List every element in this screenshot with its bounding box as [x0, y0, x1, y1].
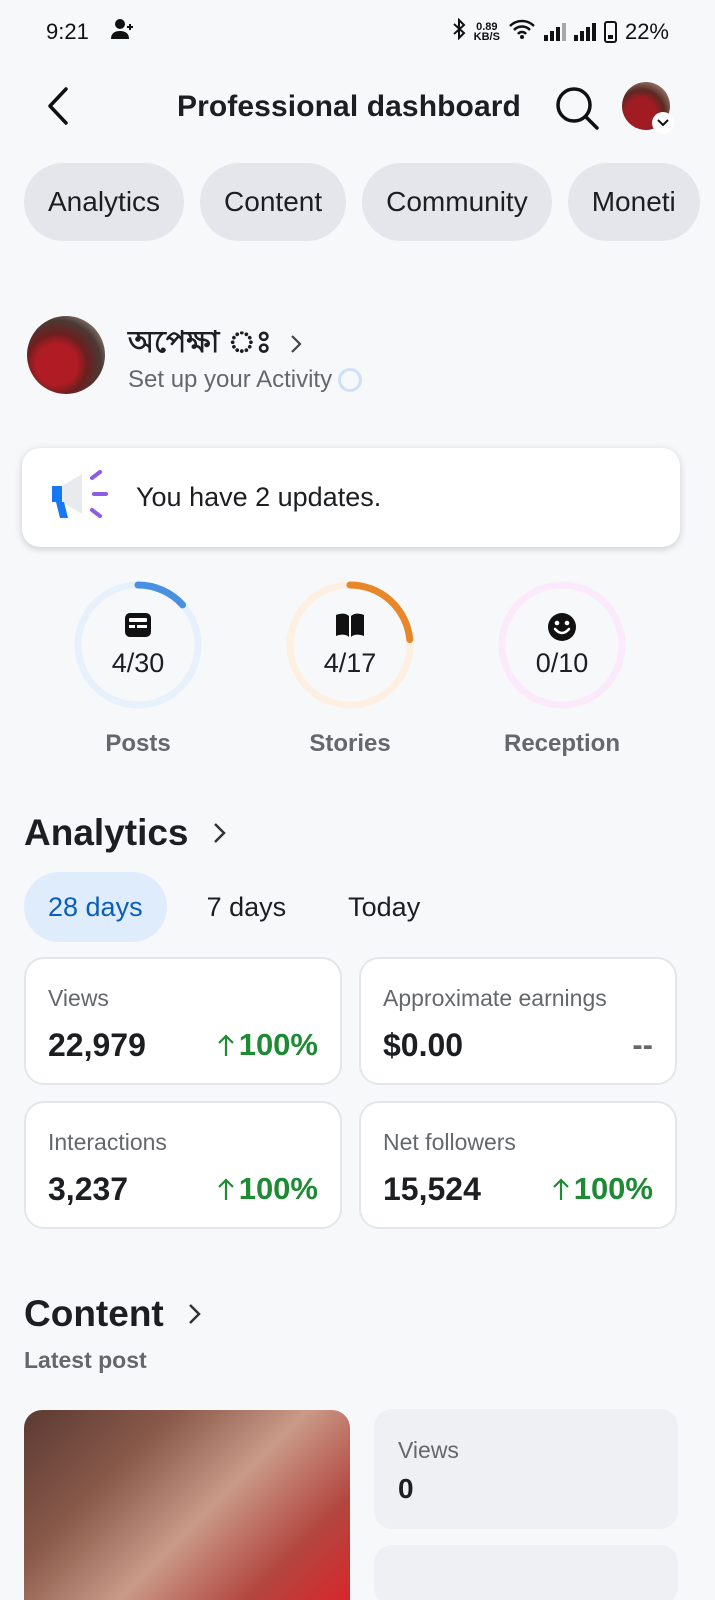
top-nav: Professional dashboard: [0, 72, 715, 142]
latest-post-thumbnail[interactable]: [24, 1410, 350, 1600]
analytics-header[interactable]: Analytics: [24, 812, 227, 854]
goal-ring: [498, 581, 626, 709]
status-time: 9:21: [46, 19, 89, 44]
back-arrow-icon: [48, 87, 68, 125]
page-title: Professional dashboard: [177, 90, 521, 123]
stat-change-value: 100%: [238, 1171, 318, 1206]
stat-change: 100%: [217, 1171, 318, 1207]
arrow-up-icon: [217, 1178, 234, 1200]
account-switcher-button[interactable]: [622, 82, 674, 134]
signal-icon: [543, 23, 566, 41]
net-speed-unit: KB/S: [473, 31, 500, 43]
range-7-days[interactable]: 7 days: [167, 872, 311, 942]
chevron-right-icon: [188, 1304, 201, 1324]
range-today[interactable]: Today: [310, 872, 444, 942]
stat-change: --: [632, 1027, 653, 1063]
wifi-icon: [508, 19, 536, 45]
content-subtitle: Latest post: [24, 1347, 147, 1373]
stat-change-value: --: [632, 1027, 653, 1062]
stat-card-interactions[interactable]: Interactions 3,237 100%: [24, 1101, 342, 1229]
arrow-up-icon: [552, 1178, 569, 1200]
goal-count: 0/10: [535, 648, 589, 678]
tab-content[interactable]: Content: [200, 163, 347, 241]
profile-avatar: [27, 316, 105, 394]
goal-label: Posts: [105, 730, 171, 757]
profile-row[interactable]: অপেক্ষা ঃ Set up your Activity: [27, 316, 687, 396]
activity-progress-icon: [338, 368, 363, 392]
profile-name-row: অপেক্ষা ঃ: [128, 318, 302, 369]
stat-label: Net followers: [383, 1129, 516, 1155]
post-metric-card: [374, 1545, 678, 1600]
section-title: Analytics: [24, 812, 189, 853]
stat-change-value: 100%: [573, 1171, 653, 1206]
tab-monetization[interactable]: Moneti: [567, 163, 700, 241]
megaphone-icon: [48, 468, 110, 527]
arrow-up-icon: [217, 1034, 234, 1056]
content-header[interactable]: Content: [24, 1293, 202, 1335]
stat-card-net-followers[interactable]: Net followers 15,524 100%: [359, 1101, 677, 1229]
search-icon: [556, 87, 599, 130]
goal-count: 4/30: [111, 648, 165, 678]
profile-subtitle: Set up your Activity: [128, 366, 333, 393]
status-bar: 9:21 0.89 KB/S 22%: [0, 0, 715, 64]
goal-stories[interactable]: 4/17 Stories: [270, 578, 430, 758]
updates-card[interactable]: You have 2 updates.: [22, 448, 680, 547]
stat-change-value: 100%: [238, 1027, 318, 1062]
chevron-right-icon: [213, 823, 226, 843]
book-icon: [270, 612, 430, 638]
stat-card-views[interactable]: Views 22,979 100%: [24, 957, 342, 1085]
updates-text: You have 2 updates.: [136, 482, 382, 512]
smile-icon: [482, 612, 642, 642]
stat-card-earnings[interactable]: Approximate earnings $0.00 --: [359, 957, 677, 1085]
chevron-down-icon: [652, 112, 674, 134]
goal-ring: [74, 581, 202, 709]
stat-change: 100%: [552, 1171, 653, 1207]
goal-ring: [286, 581, 414, 709]
search-button[interactable]: [553, 84, 601, 132]
goal-count: 4/17: [323, 648, 377, 678]
section-title: Content: [24, 1293, 164, 1334]
stat-change: 100%: [217, 1027, 318, 1063]
post-icon: [58, 612, 218, 638]
date-range-selector: 28 days 7 days Today: [24, 872, 444, 942]
signal-icon-2: [573, 23, 596, 41]
tab-community[interactable]: Community: [362, 163, 552, 241]
stat-label: Approximate earnings: [383, 985, 607, 1011]
battery-level: 22%: [624, 19, 669, 44]
chevron-right-icon: [291, 334, 302, 353]
goal-reception[interactable]: 0/10 Reception: [482, 578, 642, 758]
range-28-days[interactable]: 28 days: [24, 872, 167, 942]
add-person-icon: [110, 18, 135, 46]
stat-value: $0.00: [383, 1027, 464, 1063]
profile-name: অপেক্ষা ঃ: [128, 326, 272, 359]
network-speed: 0.89 KB/S: [473, 22, 500, 43]
goal-label: Stories: [309, 730, 391, 757]
tab-analytics[interactable]: Analytics: [24, 163, 185, 241]
post-views-card: Views 0: [374, 1409, 678, 1529]
bluetooth-icon: [452, 17, 466, 46]
back-button[interactable]: [38, 84, 78, 128]
goal-label: Reception: [503, 730, 620, 757]
stat-value: 15,524: [383, 1171, 481, 1207]
profile-subtitle-row: Set up your Activity: [128, 366, 363, 394]
stat-label: Views: [48, 985, 109, 1011]
stat-label: Interactions: [48, 1129, 167, 1155]
goals-row: 4/30 Posts 4/17 Stories 0/10 Reception: [0, 578, 715, 768]
post-views-value: 0: [398, 1473, 414, 1504]
tab-bar: Analytics Content Community Moneti: [24, 163, 715, 243]
stat-value: 22,979: [48, 1027, 146, 1063]
battery-icon: [603, 21, 617, 43]
stat-value: 3,237: [48, 1171, 129, 1207]
post-views-label: Views: [398, 1437, 459, 1463]
goal-posts[interactable]: 4/30 Posts: [58, 578, 218, 758]
